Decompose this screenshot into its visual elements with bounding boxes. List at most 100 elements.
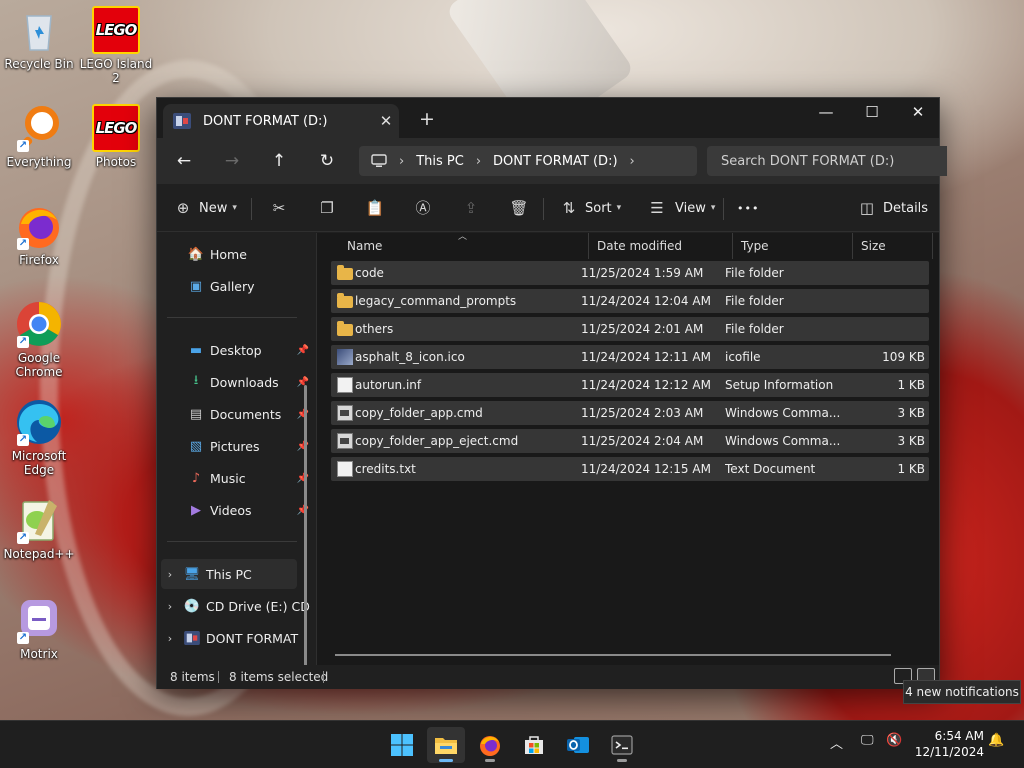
pin-icon[interactable]: 📌 — [297, 441, 309, 452]
view-button[interactable]: ☰ View ▾ — [647, 196, 715, 220]
desktop-icon-recycle-bin[interactable]: Recycle Bin — [1, 6, 77, 71]
column-header-name[interactable]: Name — [339, 233, 589, 259]
pin-icon[interactable]: 📌 — [297, 409, 309, 420]
clock[interactable]: 6:54 AM 12/11/2024 — [908, 728, 984, 760]
sort-button[interactable]: ⇅ Sort ▾ — [559, 196, 621, 220]
column-header-type[interactable]: Type — [733, 233, 853, 259]
nav-item-this-pc[interactable]: › 🖥 This PC — [161, 559, 297, 589]
pin-icon[interactable]: 📌 — [297, 505, 309, 516]
file-row[interactable]: others 11/25/2024 2:01 AM File folder — [331, 317, 929, 341]
forward-arrow-icon[interactable]: → — [217, 146, 247, 176]
address-bar[interactable]: › This PC › DONT FORMAT (D:) › — [359, 146, 697, 176]
pin-icon[interactable]: 📌 — [297, 345, 309, 356]
share-button[interactable]: ⇪ — [461, 196, 481, 220]
desktop-icon-photos[interactable]: LEGO Photos — [78, 104, 154, 169]
file-row[interactable]: asphalt_8_icon.ico 11/24/2024 12:11 AM ico… — [331, 345, 929, 369]
new-tab-button[interactable]: + — [413, 108, 441, 132]
file-type: Setup Information — [725, 378, 834, 392]
file-type: File folder — [725, 294, 784, 308]
desktop-icon-google-chrome[interactable]: ↗ Google Chrome — [1, 300, 77, 379]
new-button[interactable]: ⊕ New ▾ — [173, 196, 237, 220]
scissors-icon: ✂ — [272, 199, 286, 217]
nav-item-dont-format[interactable]: › DONT FORMAT — [161, 623, 311, 653]
desktop-icon-everything[interactable]: ↗ Everything — [1, 104, 77, 169]
taskbar-terminal[interactable] — [603, 727, 641, 763]
taskbar-firefox[interactable] — [471, 727, 509, 763]
desktop-icon-motrix[interactable]: ↗ Motrix — [1, 596, 77, 661]
back-arrow-icon[interactable]: ← — [169, 146, 199, 176]
file-row[interactable]: copy_folder_app.cmd 11/25/2024 2:03 AM Win… — [331, 401, 929, 425]
chevron-right-icon[interactable]: › — [630, 154, 635, 169]
nav-item-desktop[interactable]: ▬ Desktop 📌 — [161, 335, 311, 365]
monitor-icon: 🖥 — [183, 566, 201, 582]
nav-item-documents[interactable]: ▤ Documents 📌 — [161, 399, 311, 429]
toolbar-divider — [543, 198, 544, 220]
rename-button[interactable]: Ⓐ — [413, 196, 433, 220]
network-icon[interactable]: 🖵 — [861, 733, 874, 748]
file-row[interactable]: copy_folder_app_eject.cmd 11/25/2024 2:04… — [331, 429, 929, 453]
column-header-date-modified[interactable]: Date modified — [589, 233, 733, 259]
nav-pane-scrollbar[interactable] — [304, 385, 307, 665]
search-input[interactable] — [707, 146, 947, 176]
desktop-icon-lego-island-2[interactable]: LEGO LEGO Island 2 — [78, 6, 154, 85]
start-button[interactable] — [383, 727, 421, 763]
refresh-icon[interactable]: ↻ — [312, 146, 342, 176]
file-row[interactable]: autorun.inf 11/24/2024 12:12 AM Setup Info… — [331, 373, 929, 397]
breadcrumb-dont-format[interactable]: DONT FORMAT (D:) — [493, 154, 618, 169]
desktop-icon-notepad-plus-plus[interactable]: ↗ Notepad++ — [1, 496, 77, 561]
desktop-icon-microsoft-edge[interactable]: ↗ Microsoft Edge — [1, 398, 77, 477]
file-row[interactable]: legacy_command_prompts 11/24/2024 12:04 A… — [331, 289, 929, 313]
taskbar-file-explorer[interactable] — [427, 727, 465, 763]
cut-button[interactable]: ✂ — [269, 196, 289, 220]
folder-icon — [337, 265, 353, 280]
close-button[interactable]: ✕ — [895, 98, 941, 128]
tab-dont-format[interactable]: DONT FORMAT (D:) ✕ — [163, 104, 399, 138]
desktop-icon-label: Recycle Bin — [4, 57, 74, 71]
up-arrow-icon[interactable]: ↑ — [264, 146, 294, 176]
nav-item-gallery[interactable]: ▣ Gallery — [161, 271, 311, 301]
nav-item-home[interactable]: 🏠 Home — [161, 239, 311, 269]
share-icon: ⇪ — [464, 199, 478, 217]
nav-item-downloads[interactable]: ⭳ Downloads 📌 — [161, 367, 311, 397]
chevron-right-icon[interactable]: › — [161, 632, 179, 645]
file-name: others — [355, 322, 394, 336]
column-header-size[interactable]: Size — [853, 233, 933, 259]
folder-icon — [435, 738, 457, 754]
pin-icon[interactable]: 📌 — [297, 473, 309, 484]
taskbar-microsoft-store[interactable] — [515, 727, 553, 763]
notification-bell-icon[interactable]: 🔔 — [988, 733, 1004, 748]
chevron-down-icon: ▾ — [616, 203, 622, 213]
delete-button[interactable]: 🗑 — [509, 196, 529, 220]
details-button[interactable]: ◫ Details — [857, 196, 928, 220]
nav-item-videos[interactable]: ▶ Videos 📌 — [161, 495, 311, 525]
maximize-button[interactable]: ☐ — [849, 98, 895, 128]
more-options-button[interactable]: ••• — [737, 196, 759, 220]
recycle-bin-icon — [15, 6, 63, 54]
nav-item-label: Downloads — [210, 374, 279, 390]
taskbar-outlook[interactable] — [559, 727, 597, 763]
desktop-icon-firefox[interactable]: ↗ Firefox — [1, 202, 77, 267]
minimize-button[interactable]: — — [803, 98, 849, 128]
taskbar: ︿ 🖵 🔇 6:54 AM 12/11/2024 🔔 — [0, 720, 1024, 768]
nav-item-pictures[interactable]: ▧ Pictures 📌 — [161, 431, 311, 461]
paste-button[interactable]: 📋 — [365, 196, 385, 220]
tab-title: DONT FORMAT (D:) — [203, 113, 328, 129]
navigation-pane: 🏠 Home ▣ Gallery ▬ Desktop 📌 ⭳ Downloads… — [157, 233, 317, 665]
file-name: asphalt_8_icon.ico — [355, 350, 465, 364]
windows-logo-icon — [391, 734, 413, 756]
file-type: Windows Comma... — [725, 434, 841, 448]
volume-muted-icon[interactable]: 🔇 — [886, 733, 902, 748]
horizontal-scrollbar[interactable] — [335, 654, 891, 656]
file-row[interactable]: credits.txt 11/24/2024 12:15 AM Text Docum… — [331, 457, 929, 481]
chevron-right-icon[interactable]: › — [161, 568, 179, 581]
nav-item-music[interactable]: ♪ Music 📌 — [161, 463, 311, 493]
chevron-right-icon[interactable]: › — [161, 600, 179, 613]
breadcrumb-this-pc[interactable]: This PC — [416, 154, 464, 169]
tab-close-button[interactable]: ✕ — [373, 112, 399, 130]
running-indicator — [439, 759, 453, 762]
show-hidden-icons-chevron-up-icon[interactable]: ︿ — [830, 733, 843, 752]
nav-item-cd-drive[interactable]: › 💿 CD Drive (E:) CD — [161, 591, 311, 621]
pin-icon[interactable]: 📌 — [297, 377, 309, 388]
file-row[interactable]: code 11/25/2024 1:59 AM File folder — [331, 261, 929, 285]
copy-button[interactable]: ❐ — [317, 196, 337, 220]
